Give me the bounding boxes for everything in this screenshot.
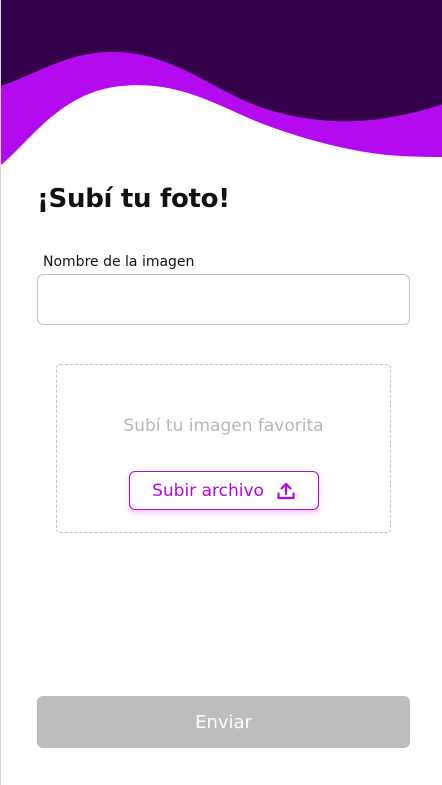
submit-button-label: Enviar [195, 711, 252, 733]
header-wave-decoration [1, 0, 442, 170]
page-title: ¡Subí tu foto! [37, 184, 230, 214]
file-dropzone[interactable]: Subí tu imagen favorita Subir archivo [56, 364, 391, 533]
image-name-label: Nombre de la imagen [43, 254, 195, 270]
upload-file-button-label: Subir archivo [152, 480, 264, 501]
image-name-input[interactable] [37, 274, 410, 325]
submit-button[interactable]: Enviar [37, 696, 410, 748]
upload-screen: ¡Subí tu foto! Nombre de la imagen Subí … [0, 0, 442, 785]
upload-file-button[interactable]: Subir archivo [129, 471, 319, 510]
dropzone-hint: Subí tu imagen favorita [123, 416, 324, 436]
upload-icon [277, 482, 295, 499]
